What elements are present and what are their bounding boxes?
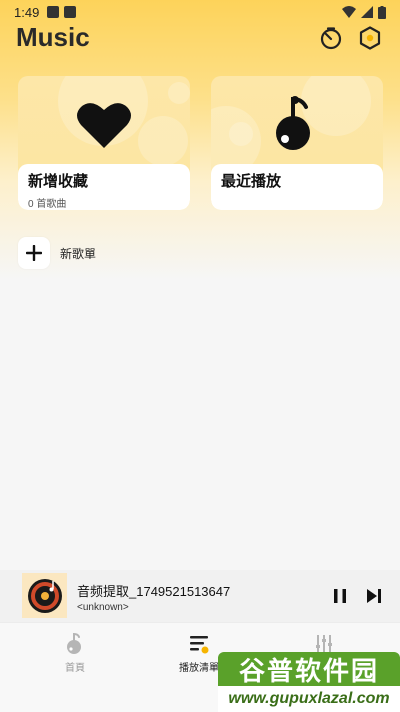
recently-played-card[interactable]: 最近播放 <box>211 76 383 210</box>
battery-icon <box>378 5 386 19</box>
pause-icon <box>334 589 346 603</box>
nav-label: 播放清單 <box>179 663 219 674</box>
wifi-icon <box>342 6 356 18</box>
favorites-card[interactable]: 新增收藏 0 首歌曲 <box>18 76 190 210</box>
music-note-icon <box>276 96 310 150</box>
card-title: 新增收藏 <box>28 173 89 190</box>
status-time: 1:49 <box>14 4 40 20</box>
new-playlist-button[interactable]: 新歌單 <box>18 236 96 270</box>
track-artist: <unknown> <box>77 602 129 613</box>
sleep-timer-button[interactable] <box>319 26 343 50</box>
card-footer: 最近播放 <box>211 164 383 210</box>
status-bar: 1:49 <box>0 0 400 24</box>
nav-item-home[interactable]: 首頁 <box>35 633 115 683</box>
app-title: Music <box>16 22 90 52</box>
album-art-icon <box>27 578 62 613</box>
song-count: 0 首歌曲 <box>28 199 67 210</box>
watermark: 谷普软件园 www.gupuxlazal.com <box>218 652 400 712</box>
card-art <box>211 90 383 160</box>
heart-icon <box>77 103 131 148</box>
gear-icon <box>359 26 381 50</box>
pause-button[interactable] <box>330 586 350 606</box>
watermark-logo: 谷普软件园 <box>218 652 400 686</box>
notification-icon <box>47 6 60 18</box>
timer-icon <box>320 27 342 50</box>
add-button[interactable] <box>18 237 50 269</box>
card-art <box>18 90 190 160</box>
signal-icon <box>361 6 373 18</box>
plus-icon <box>26 245 42 261</box>
next-button[interactable] <box>364 586 384 606</box>
album-cover <box>22 573 67 618</box>
music-note-icon <box>67 633 81 654</box>
settings-button[interactable] <box>358 26 382 50</box>
skip-next-icon <box>367 589 381 603</box>
notification-icon <box>64 6 77 18</box>
track-title: 音频提取_1749521513647 <box>77 584 231 599</box>
playlist-icon <box>190 636 209 654</box>
card-footer: 新增收藏 0 首歌曲 <box>18 164 190 210</box>
watermark-url: www.gupuxlazal.com <box>218 686 400 712</box>
new-playlist-label: 新歌單 <box>60 246 97 261</box>
mini-player[interactable]: 音频提取_1749521513647 <unknown> <box>0 570 400 622</box>
nav-label: 首頁 <box>65 663 85 674</box>
card-title: 最近播放 <box>221 173 282 190</box>
